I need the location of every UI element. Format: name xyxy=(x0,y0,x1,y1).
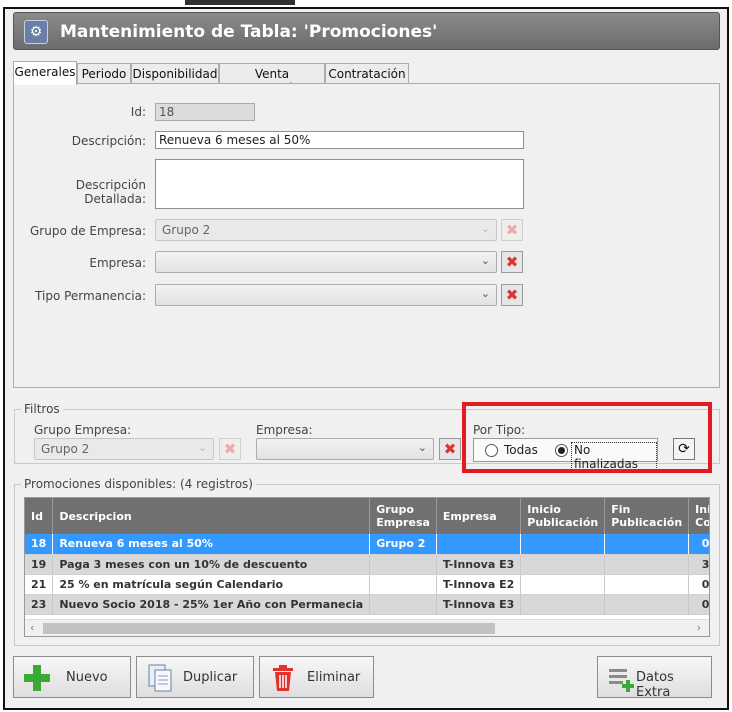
duplicar-button[interactable]: Duplicar xyxy=(136,656,254,698)
descripcion-detallada-field[interactable] xyxy=(155,159,524,209)
trash-icon xyxy=(273,665,293,691)
tab-periodo[interactable]: Periodo xyxy=(77,63,131,84)
cell-inicio-cont: 01/0 xyxy=(688,574,709,595)
cell-grupo xyxy=(369,574,437,595)
chevron-down-icon: ⌄ xyxy=(480,287,490,300)
grupo-empresa-value: Grupo 2 xyxy=(162,223,211,237)
cell-fin-pub xyxy=(604,534,690,555)
filtro-grupo-select[interactable]: Grupo 2 ⌄ xyxy=(34,438,214,460)
col-inicio-publicacion[interactable]: Inicio Publicación xyxy=(520,498,606,534)
filtro-grupo-label: Grupo Empresa: xyxy=(34,423,132,437)
eliminar-button[interactable]: Eliminar xyxy=(259,656,374,698)
cell-inicio-pub xyxy=(520,554,606,575)
tab-disponibilidad[interactable]: Disponibilidad xyxy=(131,63,219,84)
col-id[interactable]: Id xyxy=(25,498,54,534)
cell-descripcion: Paga 3 meses con un 10% de descuento xyxy=(52,554,371,575)
id-field: 18 xyxy=(155,103,255,121)
cell-inicio-cont: 06/0 xyxy=(688,594,709,615)
cell-empresa xyxy=(436,534,522,555)
tab-venta-automatica[interactable]: Venta Automatica xyxy=(219,63,325,95)
datos-extra-button[interactable]: Datos Extra xyxy=(597,656,712,700)
clear-permanencia-button[interactable]: ✖ xyxy=(501,284,523,306)
nuevo-label: Nuevo xyxy=(66,670,108,685)
scroll-thumb[interactable] xyxy=(43,623,495,634)
col-inicio-cont[interactable]: Inicio Cont xyxy=(688,498,709,534)
chevron-down-icon: ⌄ xyxy=(197,441,207,454)
highlight-box xyxy=(462,402,712,473)
title-bar: ⚙ Mantenimiento de Tabla: 'Promociones' xyxy=(13,12,720,50)
duplicar-label: Duplicar xyxy=(183,670,238,685)
duplicate-document-icon xyxy=(148,664,172,692)
clear-empresa-button[interactable]: ✖ xyxy=(501,251,523,273)
cell-id: 18 xyxy=(25,534,54,555)
table-row[interactable]: 19 Paga 3 meses con un 10% de descuento … xyxy=(25,554,709,575)
table-row[interactable]: 23 Nuevo Socio 2018 - 25% 1er Año con Pe… xyxy=(25,594,709,615)
col-grupo-empresa[interactable]: Grupo Empresa xyxy=(369,498,437,534)
cell-fin-pub xyxy=(604,554,690,575)
empresa-select[interactable]: ⌄ xyxy=(155,251,497,273)
cell-empresa: T-Innova E3 xyxy=(436,554,522,575)
top-strip xyxy=(185,0,295,5)
clear-filtro-grupo-button[interactable]: ✖ xyxy=(219,438,241,460)
promociones-grid: Id Descripcion Grupo Empresa Empresa Ini… xyxy=(24,497,710,637)
filtro-empresa-select[interactable]: ⌄ xyxy=(256,438,434,460)
cell-empresa: T-Innova E2 xyxy=(436,574,522,595)
cell-fin-pub xyxy=(604,574,690,595)
eliminar-label: Eliminar xyxy=(307,670,361,685)
chevron-down-icon: ⌄ xyxy=(480,254,490,267)
tab-generales[interactable]: Generales xyxy=(13,61,77,85)
scroll-left-icon[interactable]: ‹ xyxy=(30,621,34,634)
filtro-grupo-value: Grupo 2 xyxy=(41,442,90,456)
scroll-right-icon[interactable]: › xyxy=(697,621,701,634)
col-descripcion[interactable]: Descripcion xyxy=(52,498,371,534)
plus-icon xyxy=(24,665,50,691)
cell-inicio-pub xyxy=(520,594,606,615)
cell-inicio-cont: 01/1 xyxy=(688,534,709,555)
tipo-permanencia-select[interactable]: ⌄ xyxy=(155,284,497,306)
table-row[interactable]: 21 25 % en matrícula según Calendario T-… xyxy=(25,574,709,595)
descripcion-detallada-label: Descripción Detallada: xyxy=(75,178,146,206)
filtros-title: Filtros xyxy=(21,402,63,416)
cell-fin-pub xyxy=(604,594,690,615)
add-list-icon xyxy=(609,669,634,692)
table-row[interactable]: 18 Renueva 6 meses al 50% Grupo 2 01/1 xyxy=(25,534,709,555)
cell-inicio-cont: 31/1 xyxy=(688,554,709,575)
promociones-title: Promociones disponibles: (4 registros) xyxy=(21,477,256,491)
cell-id: 19 xyxy=(25,554,54,575)
descripcion-field[interactable]: Renueva 6 meses al 50% xyxy=(155,131,524,149)
id-label: Id: xyxy=(130,105,146,119)
clear-grupo-button[interactable]: ✖ xyxy=(501,219,523,241)
chevron-down-icon: ⌄ xyxy=(480,222,490,235)
clear-filtro-empresa-button[interactable]: ✖ xyxy=(439,438,461,460)
datos-extra-label: Datos Extra xyxy=(636,670,674,700)
promociones-table: Id Descripcion Grupo Empresa Empresa Ini… xyxy=(25,498,709,615)
cell-descripcion: Renueva 6 meses al 50% xyxy=(52,534,371,555)
cell-id: 21 xyxy=(25,574,54,595)
nuevo-button[interactable]: Nuevo xyxy=(13,656,131,698)
col-fin-publicacion[interactable]: Fin Publicación xyxy=(604,498,690,534)
descripcion-label: Descripción: xyxy=(71,134,146,148)
filtro-empresa-label: Empresa: xyxy=(256,423,313,437)
cell-grupo xyxy=(369,594,437,615)
tab-contratacion[interactable]: Contratación xyxy=(325,63,409,84)
cell-inicio-pub xyxy=(520,574,606,595)
chevron-down-icon: ⌄ xyxy=(417,441,427,454)
cell-descripcion: 25 % en matrícula según Calendario xyxy=(52,574,371,595)
cell-inicio-pub xyxy=(520,534,606,555)
col-empresa[interactable]: Empresa xyxy=(436,498,522,534)
grupo-empresa-label: Grupo de Empresa: xyxy=(29,224,146,238)
cell-grupo xyxy=(369,554,437,575)
cell-id: 23 xyxy=(25,594,54,615)
tipo-permanencia-label: Tipo Permanencia: xyxy=(35,289,146,303)
empresa-label: Empresa: xyxy=(89,256,146,270)
cell-descripcion: Nuevo Socio 2018 - 25% 1er Año con Perma… xyxy=(52,594,371,615)
grupo-empresa-select[interactable]: Grupo 2 ⌄ xyxy=(155,219,497,241)
window-title: Mantenimiento de Tabla: 'Promociones' xyxy=(60,22,438,42)
gear-table-icon: ⚙ xyxy=(24,20,48,44)
cell-empresa: T-Innova E3 xyxy=(436,594,522,615)
tab-panel-generales: Id: 18 Descripción: Renueva 6 meses al 5… xyxy=(13,83,720,388)
table-header: Id Descripcion Grupo Empresa Empresa Ini… xyxy=(25,498,709,534)
horizontal-scrollbar[interactable]: ‹ › xyxy=(25,619,709,636)
cell-grupo: Grupo 2 xyxy=(369,534,437,555)
